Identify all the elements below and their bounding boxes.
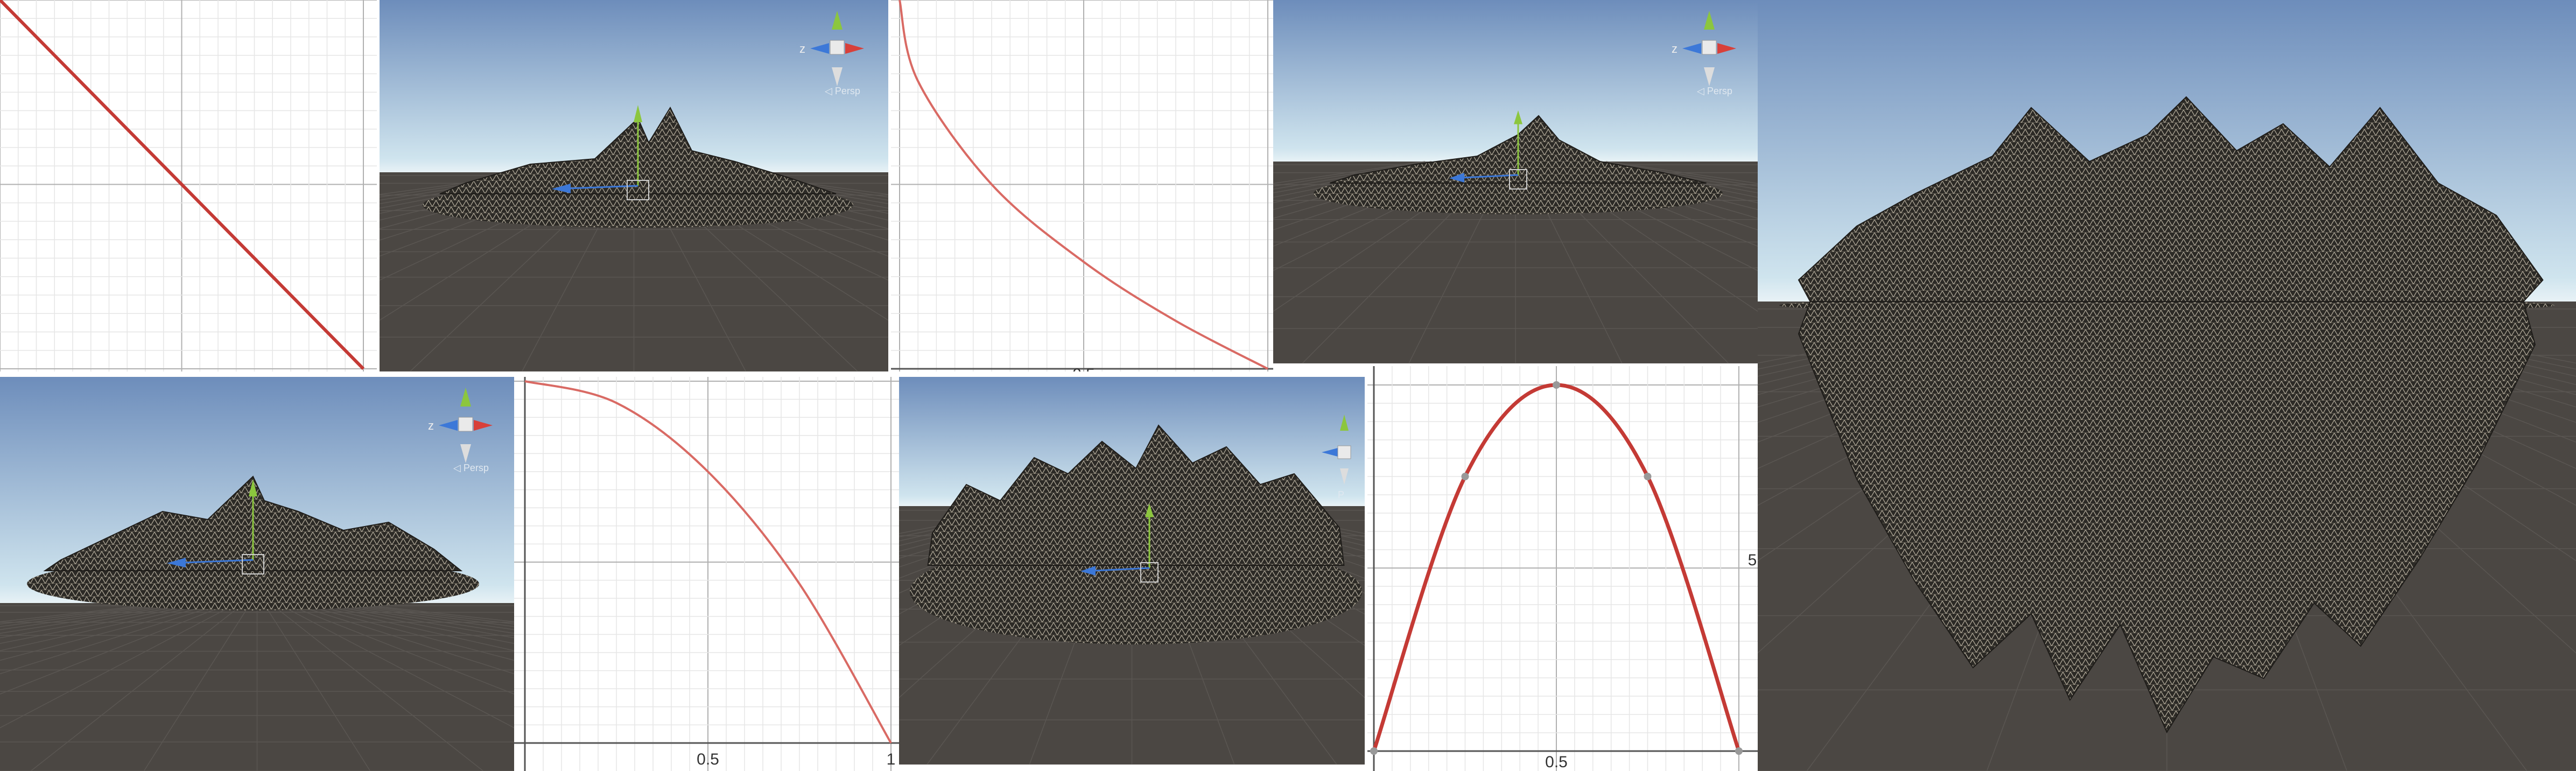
z-axis-cone-icon: [810, 43, 829, 54]
x-axis-cone-icon: [474, 420, 493, 431]
scene-viewport-linear[interactable]: z ◁ Persp: [380, 0, 888, 372]
y-axis-cone-icon: [1340, 415, 1349, 431]
chart-sqrt: 0.5: [891, 0, 1273, 372]
x-axis-cone-icon: [845, 43, 864, 54]
tick-label: 0.5: [1072, 366, 1095, 372]
orientation-gizmo[interactable]: z ◁ Persp: [415, 382, 511, 474]
gizmo-center-cube-icon: [1702, 40, 1717, 55]
orientation-gizmo[interactable]: z ◁ Persp: [1658, 5, 1755, 97]
persp-label: ◁ Persp: [453, 462, 489, 473]
persp-label: ◁ Persp: [825, 86, 860, 96]
chart-quadratic: 0.5 1: [514, 377, 899, 771]
data-point: [1644, 473, 1652, 480]
z-axis-cone-icon: [1322, 448, 1338, 457]
z-axis-cone-icon: [439, 420, 458, 431]
chart-parabola: 0.5 5: [1367, 366, 1758, 771]
chart-grid: [891, 0, 1273, 372]
scene-viewport-sqrt[interactable]: z ◁ Persp: [1273, 0, 1758, 363]
y-axis-cone-icon: [460, 388, 471, 406]
data-point: [1370, 747, 1378, 755]
gizmo-center-cube-icon: [830, 40, 845, 55]
x-axis-cone-icon: [1717, 43, 1736, 54]
tick-label: 1: [887, 751, 896, 768]
data-point: [1553, 381, 1560, 389]
tick-label: 0.5: [697, 751, 719, 768]
gizmo-center-cube-icon: [1337, 445, 1351, 459]
gizmo-z-label: z: [1672, 42, 1677, 55]
gizmo-z-label: z: [799, 42, 805, 55]
data-point: [1461, 473, 1469, 480]
y-axis-cone-icon: [1704, 11, 1715, 30]
data-point: [1735, 747, 1743, 755]
gizmo-center-cube-icon: [458, 417, 473, 432]
tick-label: 0.5: [1545, 753, 1568, 771]
scene-viewport-quadratic[interactable]: z ◁ Persp: [0, 377, 514, 771]
scene-viewport-mirrored[interactable]: [1758, 0, 2576, 771]
orientation-gizmo[interactable]: z ◁ Persp: [786, 5, 883, 97]
gizmo-z-label: z: [428, 419, 434, 432]
chart-grid: [514, 377, 899, 771]
orientation-gizmo[interactable]: P: [1316, 409, 1365, 501]
chart-linear: [0, 0, 377, 372]
persp-label: P: [1338, 489, 1344, 500]
tick-label: 5: [1748, 551, 1757, 569]
scene-viewport-parabola[interactable]: P: [899, 377, 1365, 765]
persp-label: ◁ Persp: [1697, 86, 1732, 96]
z-axis-cone-icon: [1682, 43, 1701, 54]
y-axis-cone-icon: [832, 11, 843, 30]
chart-grid: [1367, 366, 1758, 771]
